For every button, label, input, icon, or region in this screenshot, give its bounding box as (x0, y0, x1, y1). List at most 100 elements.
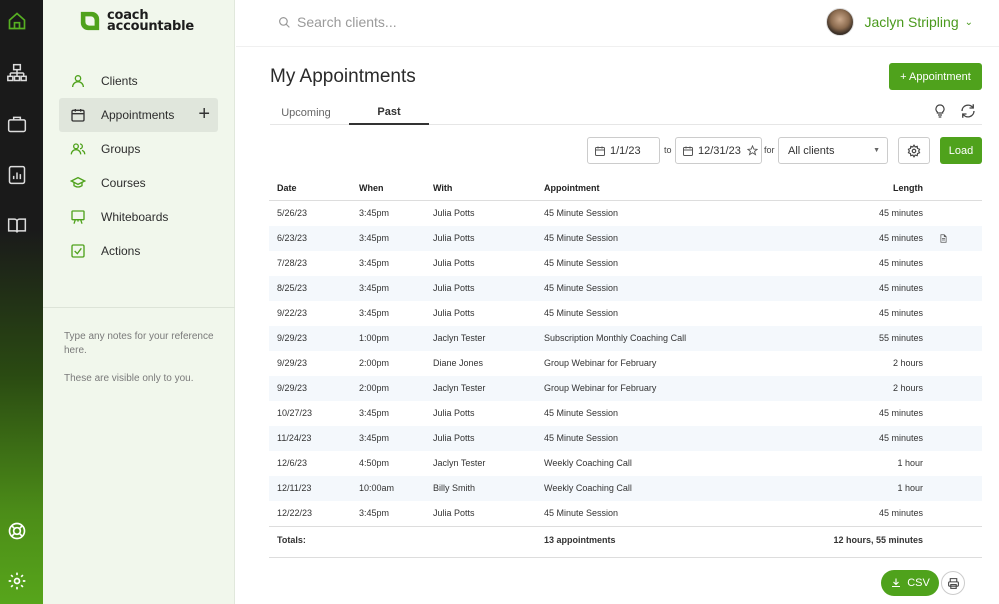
cell-with: Jaclyn Tester (433, 458, 486, 468)
table-row[interactable]: 11/24/23 3:45pm Julia Potts 45 Minute Sessi… (269, 426, 982, 451)
cell-appointment: 45 Minute Session (544, 508, 619, 518)
column-header-when[interactable]: When (359, 177, 384, 199)
star-icon[interactable] (746, 145, 758, 156)
filter-settings-button[interactable] (898, 137, 930, 164)
cell-when: 3:45pm (359, 433, 390, 443)
cell-appointment: 45 Minute Session (544, 408, 619, 418)
cell-date: 5/26/23 (277, 208, 308, 218)
cell-date: 7/28/23 (277, 258, 308, 268)
client-search (278, 14, 597, 30)
sidebar-item-groups[interactable]: Groups (59, 132, 219, 166)
to-date-field[interactable]: 12/31/23 (675, 137, 762, 164)
cell-when: 10:00am (359, 483, 395, 493)
cell-date: 9/22/23 (277, 308, 308, 318)
column-header-with[interactable]: With (433, 177, 452, 199)
table-row[interactable]: 9/22/23 3:45pm Julia Potts 45 Minute Sessio… (269, 301, 982, 326)
sidebar-item-clients[interactable]: Clients (59, 64, 219, 98)
calendar-icon (595, 146, 605, 156)
table-row[interactable]: 9/29/23 1:00pm Jaclyn Tester Subscription M… (269, 326, 982, 351)
chevron-down-icon[interactable]: ⌄ (965, 17, 973, 28)
load-button[interactable]: Load (940, 137, 982, 164)
cell-appointment: 45 Minute Session (544, 233, 619, 243)
cell-with: Billy Smith (433, 483, 476, 493)
column-header-length[interactable]: Length (893, 177, 923, 199)
cell-with: Julia Potts (433, 283, 475, 293)
cell-when: 1:00pm (359, 333, 390, 343)
dropdown-caret-icon: ▼ (873, 147, 880, 154)
cell-appointment: Subscription Monthly Coaching Call (544, 333, 687, 343)
csv-export-button[interactable]: CSV (881, 570, 939, 596)
page-title: My Appointments (270, 66, 416, 87)
table-row[interactable]: 9/29/23 2:00pm Jaclyn Tester Group Webinar … (269, 376, 982, 401)
search-input[interactable] (297, 14, 597, 30)
org-chart-icon[interactable] (6, 62, 28, 84)
sidebar-item-courses[interactable]: Courses (59, 166, 219, 200)
table-row[interactable]: 8/25/23 3:45pm Julia Potts 45 Minute Sessio… (269, 276, 982, 301)
add-appointment-plus-icon[interactable]: + (198, 104, 210, 124)
sidebar-item-whiteboards[interactable]: Whiteboards (59, 200, 219, 234)
user-name[interactable]: Jaclyn Stripling (864, 14, 958, 30)
from-date-field[interactable]: 1/1/23 (587, 137, 660, 164)
home-icon[interactable] (6, 10, 28, 32)
cell-when: 3:45pm (359, 283, 390, 293)
cell-length: 45 minutes (878, 433, 923, 443)
download-icon (892, 578, 901, 588)
refresh-icon[interactable] (958, 101, 978, 121)
table-row[interactable]: 12/6/23 4:50pm Jaclyn Tester Weekly Coachin… (269, 451, 982, 476)
column-header-appointment[interactable]: Appointment (544, 177, 600, 199)
sidebar-item-actions[interactable]: Actions (59, 234, 219, 268)
table-row[interactable]: 9/29/23 2:00pm Diane Jones Group Webinar fo… (269, 351, 982, 376)
table-row[interactable]: 6/23/23 3:45pm Julia Potts 45 Minute Sessio… (269, 226, 982, 251)
cell-when: 2:00pm (359, 358, 390, 368)
group-icon (69, 140, 87, 158)
tab-past[interactable]: Past (349, 101, 429, 125)
table-row[interactable]: 12/11/23 10:00am Billy Smith Weekly Coachin… (269, 476, 982, 501)
table-row[interactable]: 10/27/23 3:45pm Julia Potts 45 Minute Sessi… (269, 401, 982, 426)
book-icon[interactable] (6, 214, 28, 236)
table-row[interactable]: 5/26/23 3:45pm Julia Potts 45 Minute Sessio… (269, 201, 982, 226)
app-rail (0, 0, 43, 604)
appointments-table: Date When With Appointment Length 5/26/2… (269, 177, 982, 558)
help-lifebuoy-icon[interactable] (6, 520, 28, 542)
cell-length: 45 minutes (878, 233, 923, 243)
avatar[interactable] (826, 8, 855, 36)
cell-appointment: 45 Minute Session (544, 258, 619, 268)
settings-gear-icon[interactable] (6, 570, 28, 592)
briefcase-icon[interactable] (6, 113, 28, 135)
session-notes-icon[interactable] (939, 234, 948, 243)
client-select[interactable]: All clients ▼ (778, 137, 888, 164)
sidebar-item-appointments[interactable]: Appointments + (59, 98, 218, 132)
cell-appointment: 45 Minute Session (544, 208, 619, 218)
user-menu[interactable]: Jaclyn Stripling ⌄ (826, 8, 973, 36)
add-appointment-button[interactable]: + Appointment (889, 63, 982, 90)
appointment-tabs: Upcoming Past (270, 101, 982, 125)
cell-length: 45 minutes (878, 283, 923, 293)
table-row[interactable]: 7/28/23 3:45pm Julia Potts 45 Minute Sessio… (269, 251, 982, 276)
cell-date: 11/24/23 (277, 433, 312, 443)
for-label: for (764, 145, 775, 155)
cell-date: 10/27/23 (277, 408, 313, 418)
cell-with: Julia Potts (433, 408, 475, 418)
cell-length: 55 minutes (878, 333, 923, 343)
cell-length: 2 hours (892, 358, 923, 368)
cell-when: 2:00pm (359, 383, 390, 393)
tab-upcoming[interactable]: Upcoming (270, 101, 342, 125)
sidebar-nav: Clients Appointments + Groups Courses Wh… (59, 64, 219, 268)
sidebar-notes[interactable]: Type any notes for your reference here. … (64, 330, 224, 400)
whiteboard-icon (69, 208, 87, 226)
cell-when: 3:45pm (359, 233, 390, 243)
sidebar-divider (43, 307, 235, 308)
cell-date: 12/6/23 (277, 458, 308, 468)
cell-with: Jaclyn Tester (433, 383, 486, 393)
checkbox-icon (69, 242, 87, 260)
table-row[interactable]: 12/22/23 3:45pm Julia Potts 45 Minute Sessi… (269, 501, 982, 526)
cell-with: Julia Potts (433, 233, 475, 243)
column-header-date[interactable]: Date (277, 177, 297, 199)
lightbulb-icon[interactable] (930, 101, 950, 121)
print-button[interactable] (941, 571, 965, 595)
brand-logo[interactable]: coach accountable (79, 9, 194, 33)
cell-date: 8/25/23 (277, 283, 308, 293)
cell-appointment: Group Webinar for February (544, 383, 657, 393)
report-icon[interactable] (6, 164, 28, 186)
cell-appointment: 45 Minute Session (544, 308, 619, 318)
